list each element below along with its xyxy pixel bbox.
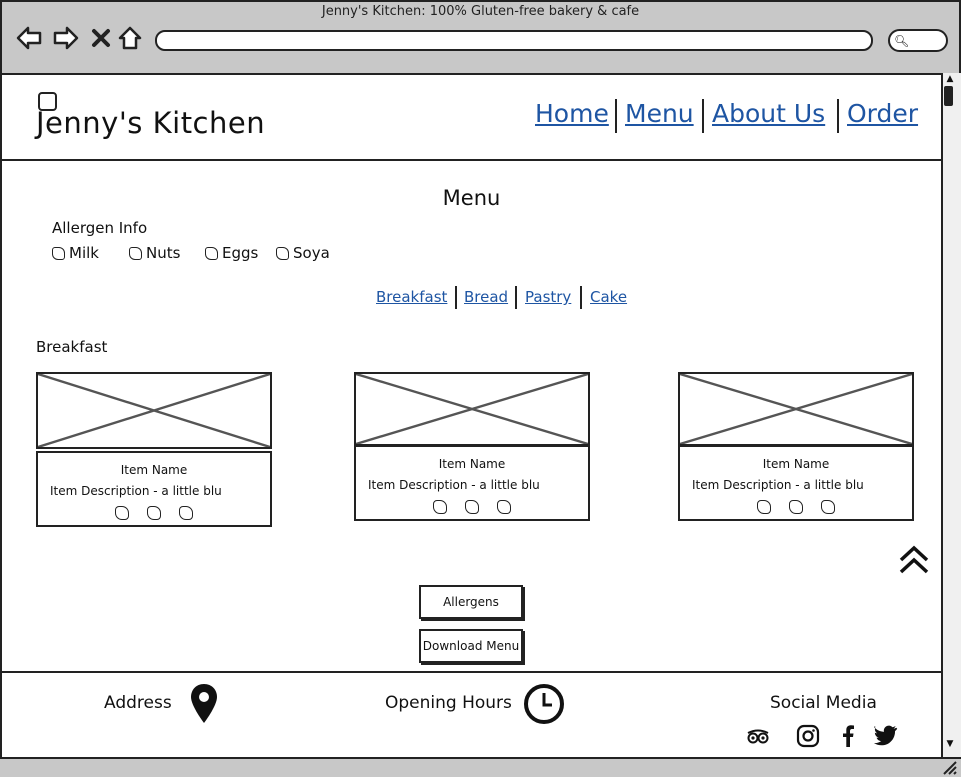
allergen-dot-icon: [789, 500, 803, 514]
browser-search-box[interactable]: 🔍︎: [888, 29, 948, 52]
allergen-label-eggs: Eggs: [222, 244, 259, 262]
allergen-dot-icon: [147, 506, 161, 520]
download-menu-button[interactable]: Download Menu: [419, 629, 523, 663]
item-allergen-indicators: [38, 506, 270, 520]
checkbox-icon: [129, 246, 142, 260]
allergen-label-milk: Milk: [69, 244, 99, 262]
search-icon: 🔍︎: [894, 34, 910, 48]
clock-icon[interactable]: [523, 683, 565, 725]
scrollbar-thumb[interactable]: [944, 86, 953, 106]
checkbox-icon: [205, 246, 218, 260]
allergen-checkbox-milk[interactable]: Milk: [52, 244, 99, 262]
item-description: Item Description - a little blur: [50, 484, 222, 498]
allergen-dot-icon: [465, 500, 479, 514]
allergen-dot-icon: [179, 506, 193, 520]
allergen-dot-icon: [497, 500, 511, 514]
menu-heading: Menu: [442, 186, 501, 210]
allergen-checkbox-soya[interactable]: Soya: [276, 244, 330, 262]
scroll-up-arrow-icon[interactable]: ▲: [943, 73, 957, 85]
nav-link-about-us[interactable]: About Us: [712, 99, 825, 128]
resize-grip-icon[interactable]: [940, 758, 958, 776]
category-link-breakfast[interactable]: Breakfast: [376, 288, 447, 306]
status-bar: [0, 757, 961, 777]
twitter-icon[interactable]: [874, 724, 898, 748]
nav-divider: [615, 99, 617, 133]
category-divider: [515, 286, 517, 309]
opening-hours-label: Opening Hours: [385, 693, 512, 713]
allergen-label-nuts: Nuts: [146, 244, 181, 262]
allergens-button[interactable]: Allergens: [419, 585, 523, 619]
nav-divider: [702, 99, 704, 133]
item-name: Item Name: [438, 457, 506, 471]
social-media-label: Social Media: [770, 693, 877, 713]
allergen-dot-icon: [115, 506, 129, 520]
facebook-icon[interactable]: [836, 724, 860, 748]
stop-icon[interactable]: [86, 23, 116, 53]
nav-link-menu[interactable]: Menu: [625, 99, 694, 128]
home-icon[interactable]: [115, 23, 145, 53]
item-allergen-indicators: [356, 500, 588, 514]
category-divider: [455, 286, 457, 309]
item-description: Item Description - a little blur: [692, 478, 864, 492]
menu-item-card[interactable]: Item Name Item Description - a little bl…: [354, 445, 590, 521]
allergen-checkbox-nuts[interactable]: Nuts: [129, 244, 180, 262]
item-name: Item Name: [762, 457, 830, 471]
allergen-info-label: Allergen Info: [52, 219, 148, 237]
map-pin-icon[interactable]: [190, 683, 218, 724]
window-title: Jenny's Kitchen: 100% Gluten-free bakery…: [321, 4, 640, 19]
nav-link-order[interactable]: Order: [847, 99, 918, 128]
item-image-placeholder[interactable]: [678, 372, 914, 446]
scroll-down-arrow-icon[interactable]: ▼: [943, 738, 957, 750]
item-description: Item Description - a little blur: [368, 478, 540, 492]
nav-link-home[interactable]: Home: [535, 99, 609, 128]
category-link-bread[interactable]: Bread: [464, 288, 508, 306]
tripadvisor-icon[interactable]: [746, 724, 770, 748]
address-label: Address: [104, 693, 172, 713]
item-image-placeholder[interactable]: [354, 372, 590, 446]
forward-icon[interactable]: [51, 23, 81, 53]
category-divider: [580, 286, 582, 309]
item-image-placeholder[interactable]: [36, 372, 272, 449]
allergen-checkbox-eggs[interactable]: Eggs: [205, 244, 258, 262]
address-bar[interactable]: [155, 30, 873, 51]
checkbox-icon: [276, 246, 289, 260]
menu-item-card[interactable]: Item Name Item Description - a little bl…: [678, 445, 914, 521]
allergen-dot-icon: [433, 500, 447, 514]
back-icon[interactable]: [14, 23, 44, 53]
site-title[interactable]: Jenny's Kitchen: [36, 106, 265, 140]
category-link-cake[interactable]: Cake: [590, 288, 627, 306]
item-allergen-indicators: [680, 500, 912, 514]
category-link-pastry[interactable]: Pastry: [525, 288, 571, 306]
vertical-scrollbar[interactable]: [941, 73, 961, 757]
allergen-label-soya: Soya: [293, 244, 330, 262]
section-label-breakfast: Breakfast: [36, 338, 108, 356]
item-name: Item Name: [120, 463, 188, 477]
nav-divider: [837, 99, 839, 133]
scroll-to-top-icon[interactable]: [898, 545, 930, 575]
allergen-dot-icon: [821, 500, 835, 514]
checkbox-icon: [52, 246, 65, 260]
menu-item-card[interactable]: Item Name Item Description - a little bl…: [36, 451, 272, 527]
instagram-icon[interactable]: [796, 724, 820, 748]
allergen-dot-icon: [757, 500, 771, 514]
